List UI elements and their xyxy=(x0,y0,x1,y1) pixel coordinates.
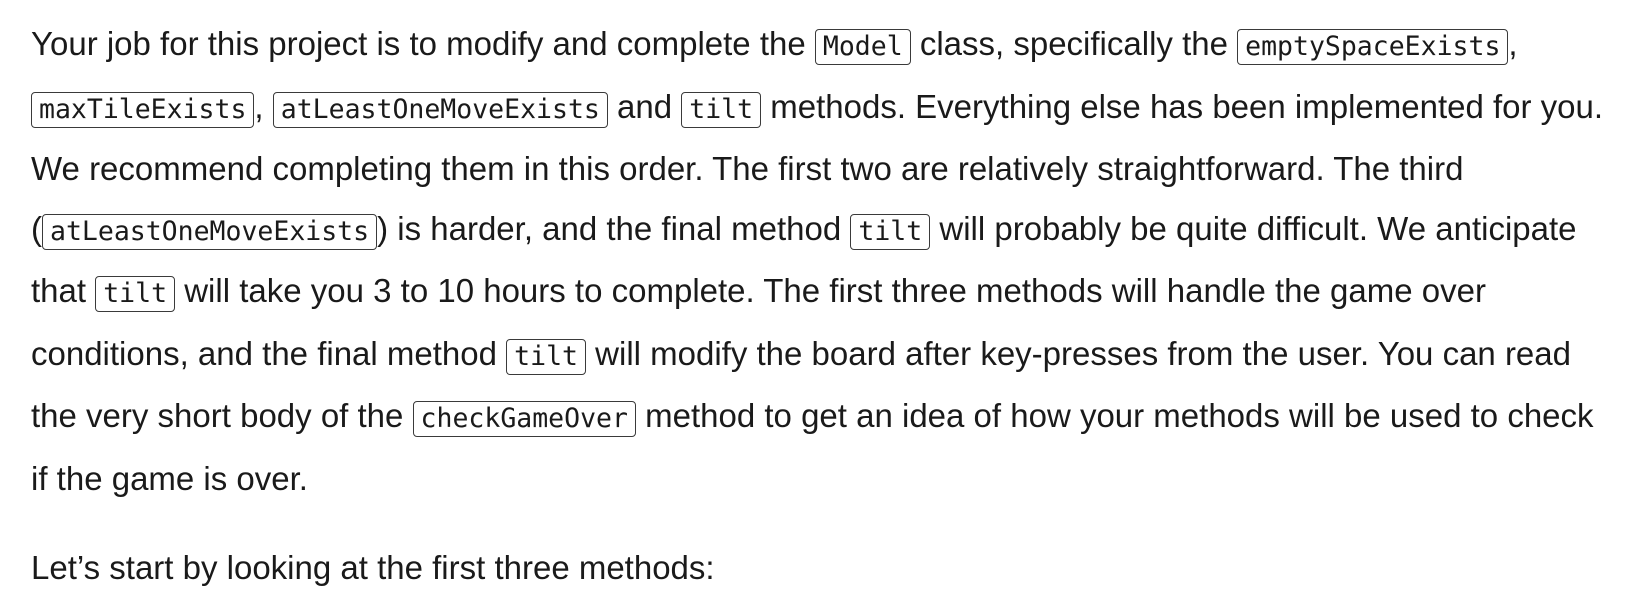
lead-in-paragraph: Let’s start by looking at the first thre… xyxy=(31,538,1615,598)
inline-code-at-least-one-move-exists: atLeastOneMoveExists xyxy=(272,91,608,128)
document-body: Your job for this project is to modify a… xyxy=(0,0,1635,586)
text-span: ) is harder, and the final method xyxy=(377,209,851,247)
inline-code-at-least-one-move-exists: atLeastOneMoveExists xyxy=(42,213,378,250)
inline-code-tilt: tilt xyxy=(95,276,176,312)
inline-code-max-tile-exists: maxTileExists xyxy=(31,91,255,128)
text-span: and xyxy=(607,87,682,125)
inline-code-tilt: tilt xyxy=(850,213,931,250)
text-span: Your job for this project is to modify a… xyxy=(31,25,815,62)
text-span: class, specifically the xyxy=(910,25,1238,62)
inline-code-empty-space-exists: emptySpaceExists xyxy=(1237,29,1509,65)
inline-code-tilt: tilt xyxy=(506,338,586,375)
text-span: Let’s start by looking at the first thre… xyxy=(31,549,715,586)
intro-paragraph: Your job for this project is to modify a… xyxy=(31,14,1615,508)
inline-code-tilt: tilt xyxy=(681,91,762,128)
text-span: , xyxy=(1508,25,1518,62)
inline-code-check-game-over: checkGameOver xyxy=(412,401,636,437)
text-span: , xyxy=(254,87,273,125)
inline-code-model: Model xyxy=(814,29,911,65)
